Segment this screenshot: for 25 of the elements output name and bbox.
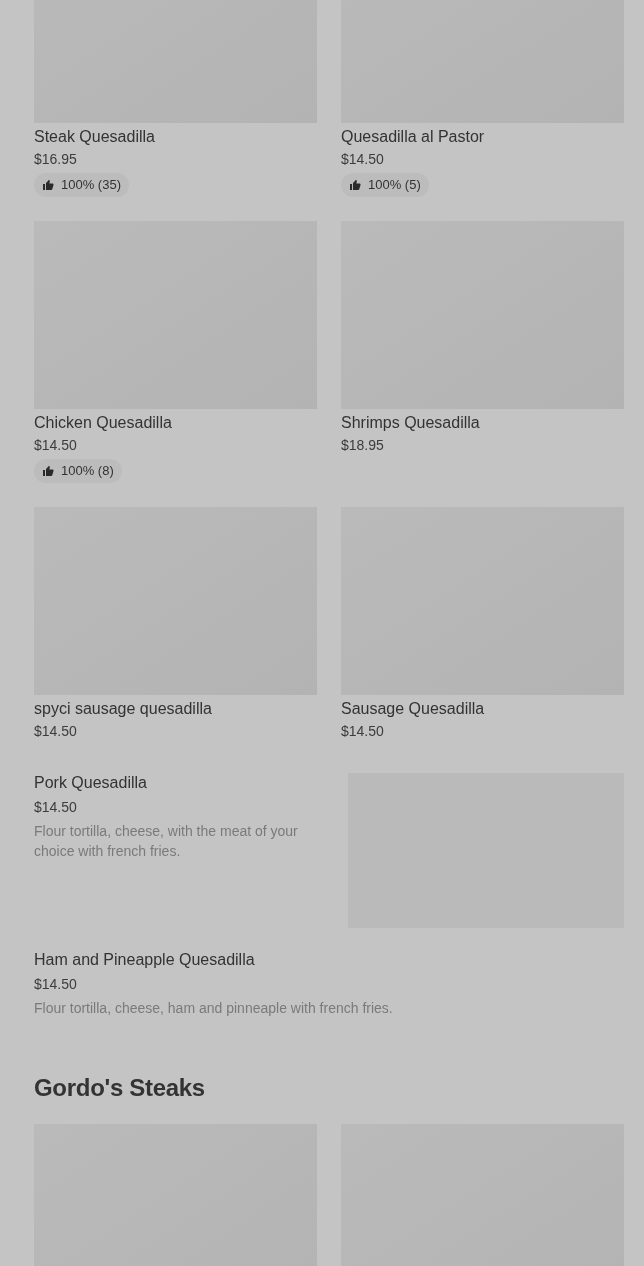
thumbs-up-icon bbox=[42, 179, 54, 191]
rating-badge: 100% (8) bbox=[34, 459, 122, 483]
item-description: Flour tortilla, cheese, ham and pinneaple with french fries. bbox=[34, 999, 394, 1018]
section-heading: Gordo's Steaks bbox=[34, 1073, 206, 1103]
item-price: $14.50 bbox=[34, 975, 78, 994]
item-price: $14.50 bbox=[34, 798, 78, 817]
rating-badge: 100% (35) bbox=[34, 173, 129, 197]
item-price: $14.50 bbox=[341, 722, 385, 741]
item-price: $16.95 bbox=[34, 150, 78, 169]
item-name: Sausage Quesadilla bbox=[341, 699, 486, 719]
rating-badge: 100% (5) bbox=[341, 173, 429, 197]
item-price: $18.95 bbox=[341, 436, 385, 455]
item-price: $14.50 bbox=[341, 150, 385, 169]
item-name: Chicken Quesadilla bbox=[34, 413, 173, 433]
item-price: $14.50 bbox=[34, 722, 78, 741]
item-name: Pork Quesadilla bbox=[34, 773, 148, 793]
thumbs-up-icon bbox=[349, 179, 361, 191]
item-name: Steak Quesadilla bbox=[34, 127, 156, 147]
item-name: Quesadilla al Pastor bbox=[341, 127, 486, 147]
item-name: Ham and Pineapple Quesadilla bbox=[34, 950, 256, 970]
item-price: $14.50 bbox=[34, 436, 78, 455]
item-name: Shrimps Quesadilla bbox=[341, 413, 481, 433]
item-name: spyci sausage quesadilla bbox=[34, 699, 213, 719]
thumbs-up-icon bbox=[42, 465, 54, 477]
item-description: Flour tortilla, cheese, with the meat of your choice with french fries. bbox=[34, 822, 299, 861]
